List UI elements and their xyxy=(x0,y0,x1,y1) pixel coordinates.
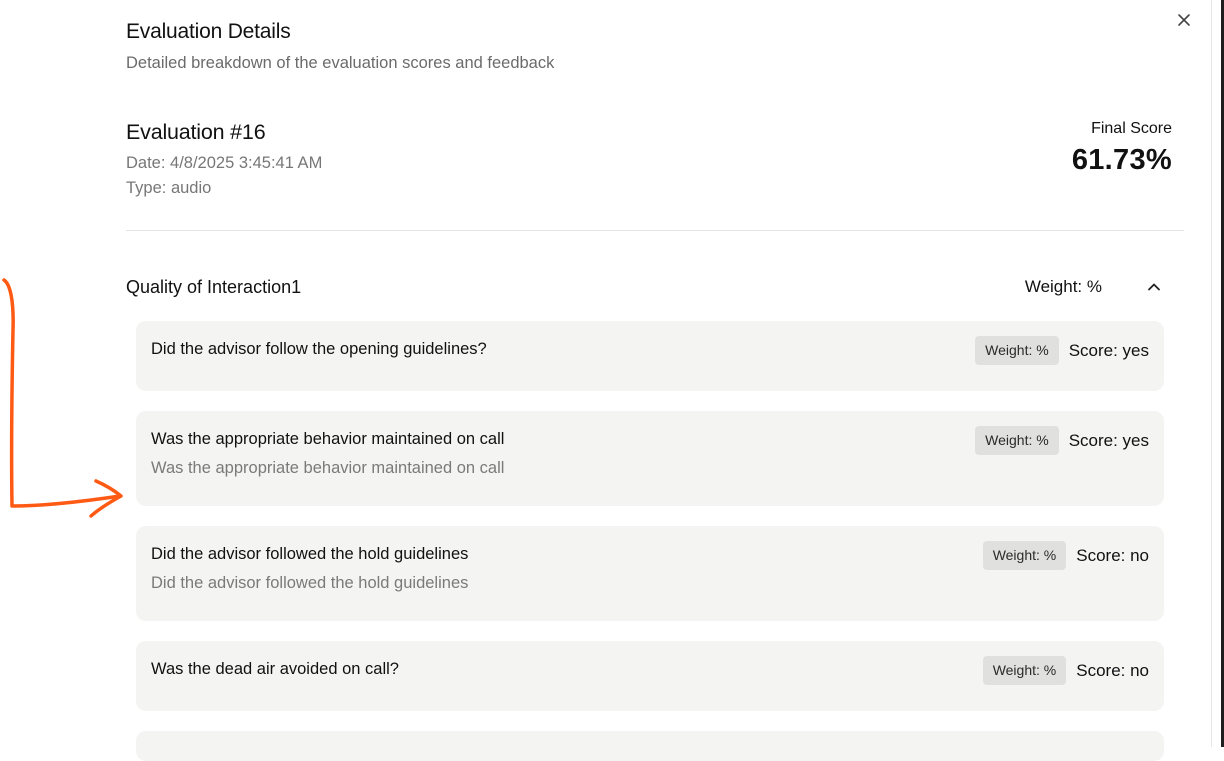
question-meta: Weight: % Score: yes xyxy=(975,426,1149,455)
close-button[interactable] xyxy=(1172,8,1196,32)
annotation-arrow-icon xyxy=(2,278,123,518)
score-value: Score: no xyxy=(1076,660,1149,680)
question-description: Did the advisor followed the hold guidel… xyxy=(151,574,469,592)
final-score-value: 61.73% xyxy=(1071,144,1172,176)
evaluation-type: Type: audio xyxy=(126,179,212,197)
question-title: Was the appropriate behavior maintained … xyxy=(151,430,505,448)
dialog-title: Evaluation Details xyxy=(126,20,291,43)
close-icon xyxy=(1178,14,1190,26)
divider xyxy=(126,230,1184,231)
question-card: Did the advisor follow the opening guide… xyxy=(136,321,1164,391)
evaluation-date: Date: 4/8/2025 3:45:41 AM xyxy=(126,154,323,172)
evaluation-name: Evaluation #16 xyxy=(126,120,266,144)
weight-badge: Weight: % xyxy=(975,426,1059,455)
question-description: Was the appropriate behavior maintained … xyxy=(151,459,505,477)
question-card: Did the advisor followed the hold guidel… xyxy=(136,526,1164,621)
weight-badge: Weight: % xyxy=(982,656,1067,685)
question-title: Did the advisor follow the opening guide… xyxy=(151,340,487,358)
final-score-label: Final Score xyxy=(1091,120,1172,137)
weight-badge: Weight: % xyxy=(975,336,1059,365)
question-title: Did the advisor followed the hold guidel… xyxy=(151,545,469,563)
evaluation-details-dialog: Evaluation Details Detailed breakdown of… xyxy=(0,0,1212,761)
question-meta: Weight: % Score: yes xyxy=(975,336,1149,365)
score-value: Score: no xyxy=(1076,545,1149,565)
chevron-up-icon xyxy=(1148,283,1160,291)
question-card-partial xyxy=(136,731,1164,761)
section-weight: Weight: % xyxy=(1024,277,1102,296)
question-meta: Weight: % Score: no xyxy=(982,541,1149,570)
question-title: Was the dead air avoided on call? xyxy=(151,660,399,678)
question-card: Was the appropriate behavior maintained … xyxy=(136,411,1164,506)
section-title: Quality of Interaction1 xyxy=(126,277,302,297)
question-meta: Weight: % Score: no xyxy=(982,656,1149,685)
weight-badge: Weight: % xyxy=(982,541,1067,570)
score-value: Score: yes xyxy=(1068,340,1149,360)
section-collapse-button[interactable] xyxy=(1144,277,1164,297)
dialog-subtitle: Detailed breakdown of the evaluation sco… xyxy=(126,54,555,72)
question-card: Was the dead air avoided on call? Weight… xyxy=(136,641,1164,711)
score-value: Score: yes xyxy=(1068,430,1149,450)
